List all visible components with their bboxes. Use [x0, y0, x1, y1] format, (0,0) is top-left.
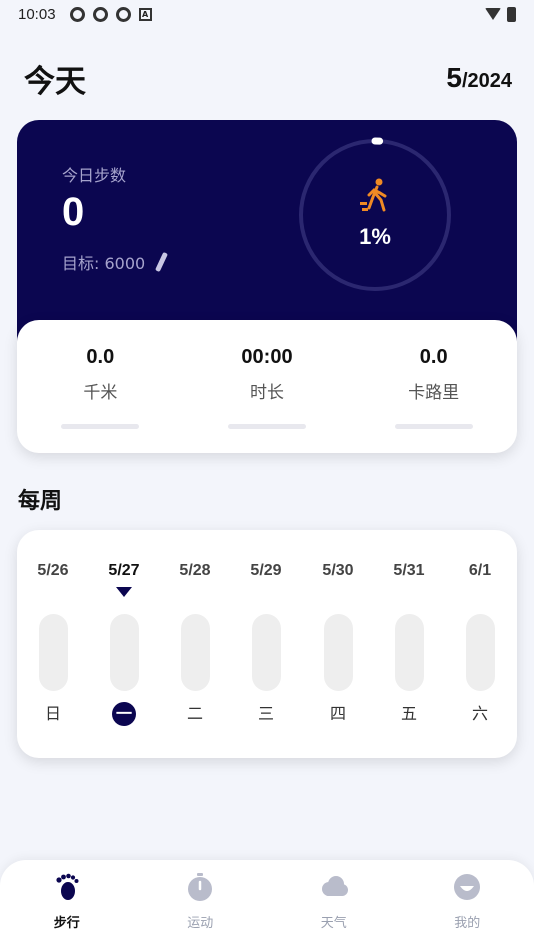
stat-bar: [394, 424, 473, 429]
weekly-title: 每周: [18, 489, 63, 514]
selected-marker-icon: [116, 587, 132, 597]
day-name: 二: [186, 704, 203, 723]
day-bar: [324, 614, 353, 691]
day-column[interactable]: 5/28 二: [165, 530, 225, 758]
stat-value: 00:00: [241, 346, 293, 368]
walking-person-icon: [360, 178, 387, 212]
stat-distance: 0.0 千米: [17, 320, 184, 453]
page-title: 今天: [24, 63, 86, 100]
nav-label: 我的: [454, 916, 481, 931]
header: 今天 5/2024: [24, 58, 512, 100]
nav-walk[interactable]: 步行: [0, 860, 134, 950]
day-date: 5/31: [393, 562, 425, 579]
weekly-card: 5/26 日 5/27 一 5/28 二 5/29 三 5/30 四 5/31 …: [17, 530, 517, 758]
steps-label: 今日步数: [62, 166, 127, 185]
day-bar: [395, 614, 424, 691]
profile-icon: [454, 874, 481, 900]
day-column[interactable]: 5/30 四: [308, 530, 368, 758]
stat-duration: 00:00 时长: [184, 320, 351, 453]
ring-track: [299, 139, 451, 291]
nav-label: 步行: [53, 916, 80, 931]
day-name: 六: [471, 704, 488, 723]
day-column[interactable]: 6/1 六: [450, 530, 510, 758]
steps-value: 0: [62, 190, 85, 234]
stat-bar: [228, 424, 306, 429]
nav-label: 天气: [320, 916, 347, 931]
nav-label: 运动: [187, 916, 214, 931]
day-bar: [181, 614, 210, 691]
nav-profile[interactable]: 我的: [401, 860, 534, 950]
progress-percent: 1%: [359, 224, 391, 249]
date-label[interactable]: 5/2024: [446, 62, 512, 94]
day-date: 5/27: [108, 562, 140, 579]
day-name: 四: [329, 704, 346, 723]
status-bar: 10:03 A: [0, 0, 534, 28]
stats-card: 0.0 千米 00:00 时长 0.0 卡路里: [17, 320, 517, 453]
stat-bar: [61, 424, 140, 429]
day-date: 6/1: [468, 562, 492, 579]
stat-label: 卡路里: [408, 383, 460, 403]
day-date: 5/28: [179, 562, 211, 579]
goal-row[interactable]: 目标: 6000: [62, 250, 169, 274]
day-name: 五: [400, 704, 417, 723]
date-month: 5: [446, 62, 462, 93]
day-date: 5/26: [37, 562, 69, 579]
date-year: /2024: [461, 70, 512, 92]
stat-value: 0.0: [86, 346, 115, 368]
cloud-icon: [321, 876, 348, 896]
day-name: 三: [257, 704, 274, 723]
battery-icon: [507, 6, 516, 22]
day-bar: [39, 614, 68, 691]
stat-calories: 0.0 卡路里: [350, 320, 517, 453]
goal-text: 目标: 6000: [62, 254, 146, 273]
day-date: 5/30: [322, 562, 354, 579]
footprint-icon: [56, 873, 79, 900]
wifi-icon: [485, 8, 501, 20]
bottom-nav: 步行 运动 天气 我的: [0, 860, 534, 950]
day-name: 一: [112, 702, 136, 726]
progress-ring: 1%: [296, 136, 454, 294]
day-bar: [466, 614, 495, 691]
nav-weather[interactable]: 天气: [267, 860, 401, 950]
day-column[interactable]: 5/29 三: [236, 530, 296, 758]
stat-value: 0.0: [419, 346, 448, 368]
notification-icon: [115, 6, 131, 22]
day-name: 日: [44, 704, 61, 723]
edit-pencil-icon[interactable]: [155, 251, 169, 273]
day-column[interactable]: 5/26 日: [23, 530, 83, 758]
status-time: 10:03: [18, 5, 56, 23]
stat-label: 时长: [250, 383, 284, 403]
day-column-selected[interactable]: 5/27 一: [94, 530, 154, 758]
day-bar: [110, 614, 139, 691]
stopwatch-icon: [188, 873, 213, 901]
notification-icon: [69, 6, 85, 22]
day-column[interactable]: 5/31 五: [379, 530, 439, 758]
day-date: 5/29: [250, 562, 282, 579]
keyboard-icon: A: [138, 7, 152, 21]
notification-icon: [92, 6, 108, 22]
nav-exercise[interactable]: 运动: [134, 860, 268, 950]
stat-label: 千米: [83, 383, 118, 403]
day-bar: [252, 614, 281, 691]
progress-ring-svg: [297, 137, 453, 293]
